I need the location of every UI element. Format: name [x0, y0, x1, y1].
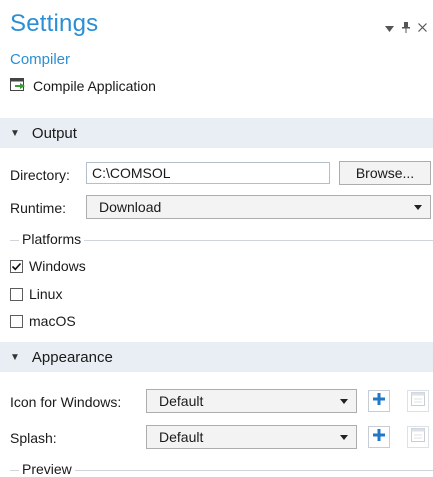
checkbox-label: Windows: [29, 258, 86, 274]
plus-icon: [373, 428, 385, 446]
add-icon-button[interactable]: [368, 390, 390, 412]
runtime-label: Runtime:: [10, 200, 67, 216]
compile-application-label: Compile Application: [33, 78, 156, 94]
section-header-appearance[interactable]: ▼ Appearance: [0, 342, 433, 372]
image-icon: [411, 427, 425, 447]
splash-select[interactable]: Default: [146, 425, 357, 449]
browse-button[interactable]: Browse...: [339, 161, 431, 185]
runtime-value: Download: [99, 199, 162, 215]
collapse-triangle-icon: ▼: [10, 351, 20, 363]
plus-icon: [373, 392, 385, 410]
checkbox-box[interactable]: [10, 314, 23, 328]
directory-input[interactable]: [86, 162, 330, 184]
platforms-group-label: Platforms: [19, 231, 85, 247]
page-title: Settings: [10, 10, 99, 37]
icon-for-windows-label: Icon for Windows:: [10, 394, 122, 410]
checkbox-box[interactable]: [10, 259, 23, 273]
checkbox-label: Linux: [29, 286, 63, 302]
node-subtitle: Compiler: [10, 51, 71, 68]
section-title-output: Output: [31, 124, 77, 142]
preview-group-label: Preview: [19, 461, 75, 477]
window-controls: [385, 22, 427, 36]
splash-value: Default: [159, 429, 204, 445]
section-title-appearance: Appearance: [31, 348, 113, 366]
pin-icon[interactable]: [402, 22, 410, 36]
close-icon[interactable]: [418, 23, 427, 35]
checkbox-linux[interactable]: Linux: [10, 286, 62, 302]
splash-label: Splash:: [10, 430, 57, 446]
add-splash-button[interactable]: [368, 426, 390, 448]
icon-image-button[interactable]: [407, 390, 429, 412]
chevron-down-icon: [340, 398, 348, 404]
checkbox-macos[interactable]: macOS: [10, 313, 76, 329]
runtime-select[interactable]: Download: [86, 195, 431, 219]
icon-for-windows-select[interactable]: Default: [146, 389, 357, 413]
chevron-down-icon: [340, 434, 348, 440]
section-header-output[interactable]: ▼ Output: [0, 118, 433, 148]
splash-image-button[interactable]: [407, 426, 429, 448]
collapse-triangle-icon: ▼: [10, 127, 20, 139]
compile-application-button[interactable]: Compile Application: [10, 78, 156, 94]
checkbox-label: macOS: [29, 313, 76, 329]
icon-for-windows-value: Default: [159, 393, 204, 409]
checkbox-windows[interactable]: Windows: [10, 258, 86, 274]
chevron-down-icon[interactable]: [385, 23, 394, 35]
checkbox-box[interactable]: [10, 287, 23, 301]
compile-icon: [10, 78, 33, 94]
chevron-down-icon: [414, 204, 422, 210]
image-icon: [411, 391, 425, 411]
directory-label: Directory:: [10, 167, 70, 183]
